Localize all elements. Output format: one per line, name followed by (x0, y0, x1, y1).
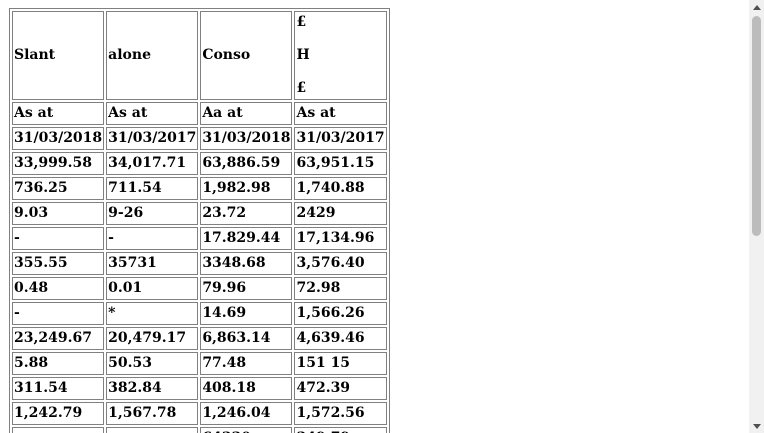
financial-table: Slant alone Conso £ H £ As at As at Aa at A… (9, 8, 390, 433)
table-cell: 151 15 (294, 352, 387, 375)
table-cell: 6,863.14 (200, 327, 293, 350)
table-cell: 4,639.46 (294, 327, 387, 350)
table-cell: 31/03/2018 (12, 127, 105, 150)
table-row: - * 14.69 1,566.26 (12, 302, 387, 325)
table-cell: 31/03/2018 (200, 127, 293, 150)
table-row: 0.48 0.01 79.96 72.98 (12, 277, 387, 300)
table-row: As at As at Aa at As at (12, 102, 387, 125)
table-cell: 63,951.15 (294, 152, 387, 175)
table-cell: 1,982.98 (200, 177, 293, 200)
table-cell: 355.55 (12, 252, 105, 275)
table-cell: 23.72 (200, 202, 293, 225)
header-cell-3: Conso (200, 11, 293, 100)
header-cell-4: £ H £ (294, 11, 387, 100)
table-cell: 17.829.44 (200, 227, 293, 250)
table-cell: 33,999.58 (12, 152, 105, 175)
table-cell: As at (106, 102, 199, 125)
table-cell: 382.84 (106, 377, 199, 400)
table-cell: 311.54 (12, 377, 105, 400)
table-cell: 3,576.40 (294, 252, 387, 275)
table-cell: 349.79 (294, 427, 387, 433)
table-cell: 31/03/2017 (294, 127, 387, 150)
table-cell: - (12, 427, 105, 433)
table-cell: 1,740.88 (294, 177, 387, 200)
table-cell: 14.69 (200, 302, 293, 325)
table-cell: 72.98 (294, 277, 387, 300)
table-cell: 77.48 (200, 352, 293, 375)
page-viewport: Slant alone Conso £ H £ As at As at Aa at A… (0, 0, 749, 433)
table-cell: Aa at (200, 102, 293, 125)
table-cell: 2429 (294, 202, 387, 225)
table-row: 5.88 50.53 77.48 151 15 (12, 352, 387, 375)
table-cell: 17,134.96 (294, 227, 387, 250)
table-cell: 35731 (106, 252, 199, 275)
table-cell: - (12, 302, 105, 325)
header-cell-4-top: £ (296, 14, 307, 30)
table-row: 1,242.79 1,567.78 1,246.04 1,572.56 (12, 402, 387, 425)
table-row: 23,249.67 20,479.17 6,863.14 4,639.46 (12, 327, 387, 350)
table-row: 33,999.58 34,017.71 63,886.59 63,951.15 (12, 152, 387, 175)
header-cell-2: alone (106, 11, 199, 100)
table-cell: 23,249.67 (12, 327, 105, 350)
table-row: 355.55 35731 3348.68 3,576.40 (12, 252, 387, 275)
table-cell: As at (294, 102, 387, 125)
table-cell: 1,566.26 (294, 302, 387, 325)
table-row: 736.25 711.54 1,982.98 1,740.88 (12, 177, 387, 200)
table-cell: 3348.68 (200, 252, 293, 275)
table-cell: 472.39 (294, 377, 387, 400)
table-cell: 408.18 (200, 377, 293, 400)
scroll-up-arrow-icon[interactable] (749, 0, 764, 14)
table-cell: 711.54 (106, 177, 199, 200)
scrollbar-thumb[interactable] (752, 16, 761, 236)
table-cell: 20,479.17 (106, 327, 199, 350)
table-cell: 736.25 (12, 177, 105, 200)
table-cell: 9-26 (106, 202, 199, 225)
table-cell: 79.96 (200, 277, 293, 300)
table-cell: 63,886.59 (200, 152, 293, 175)
table-cell: 50.53 (106, 352, 199, 375)
table-cell: 1,572.56 (294, 402, 387, 425)
table-cell: - (106, 227, 199, 250)
vertical-scrollbar[interactable] (749, 0, 764, 433)
header-cell-1: Slant (12, 11, 105, 100)
table-cell: - (12, 227, 105, 250)
table-cell: 0.01 (106, 277, 199, 300)
header-cell-4-bottom: £ (296, 80, 307, 96)
table-cell: 9.03 (12, 202, 105, 225)
table-cell: 31/03/2017 (106, 127, 199, 150)
table-cell: 1,246.04 (200, 402, 293, 425)
scroll-down-arrow-icon[interactable] (749, 419, 764, 433)
table-row: --64330349.79 (12, 427, 387, 433)
table-cell: 64330 (200, 427, 293, 433)
table-row: 311.54 382.84 408.18 472.39 (12, 377, 387, 400)
table-cell: 0.48 (12, 277, 105, 300)
table-cell: 1,567.78 (106, 402, 199, 425)
table-row: - -17.829.44 17,134.96 (12, 227, 387, 250)
table-cell: 34,017.71 (106, 152, 199, 175)
table-cell: 5.88 (12, 352, 105, 375)
header-cell-4-mid: H (296, 47, 310, 63)
header-row: Slant alone Conso £ H £ (12, 11, 387, 100)
table-row: 9.03 9-26 23.72 2429 (12, 202, 387, 225)
table-cell: - (106, 427, 199, 433)
table-cell: 1,242.79 (12, 402, 105, 425)
table-row: 31/03/2018 31/03/2017 31/03/2018 31/03/2017 (12, 127, 387, 150)
table-cell: As at (12, 102, 105, 125)
table-cell: * (106, 302, 199, 325)
